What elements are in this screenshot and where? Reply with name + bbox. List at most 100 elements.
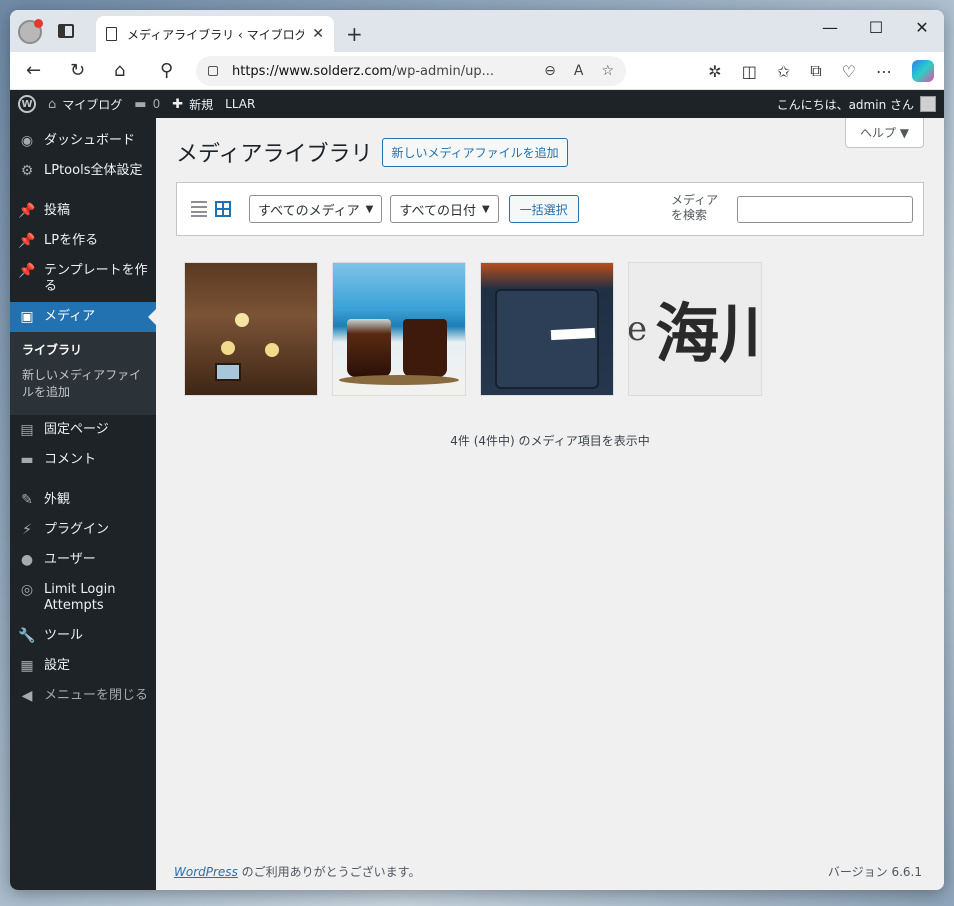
page-icon: ▤ — [20, 422, 34, 438]
media-thumbnail[interactable]: e 海川 — [628, 262, 762, 396]
media-thumbnail[interactable] — [480, 262, 614, 396]
sidebar-item-lptools[interactable]: ⚙ LPtools全体設定 — [10, 156, 156, 186]
new-label: 新規 — [189, 97, 214, 112]
dashboard-icon: ◉ — [20, 133, 34, 149]
footer-thanks-text: のご利用ありがとうございます。 — [237, 865, 421, 879]
comments-count: 0 — [152, 97, 161, 111]
sidebar-item-dashboard[interactable]: ◉ ダッシュボード — [10, 126, 156, 156]
footer-version: バージョン 6.6.1 — [827, 865, 922, 879]
close-window-button[interactable]: ✕ — [914, 18, 930, 37]
submenu-add-new[interactable]: 新しいメディアファイルを追加 — [10, 363, 156, 405]
sidebar-item-label: テンプレートを作る — [44, 263, 148, 294]
extensions-icon[interactable]: ✲ — [708, 62, 721, 81]
sidebar-item-label: ユーザー — [44, 552, 96, 567]
split-screen-icon[interactable]: ◫ — [742, 62, 757, 81]
new-tab-button[interactable]: + — [346, 22, 363, 46]
sidebar-item-appearance[interactable]: ✎ 外観 — [10, 485, 156, 515]
sidebar-item-label: ツール — [44, 628, 84, 643]
maximize-button[interactable]: ☐ — [868, 18, 884, 37]
wp-admin-bar: W ⌂ マイブログ ▬ 0 ✚ 新規 LLAR こんにちは、admin さん — [10, 90, 944, 118]
chevron-down-icon: ▼ — [481, 203, 490, 215]
comments-link[interactable]: ▬ 0 — [134, 97, 160, 112]
help-button[interactable]: ヘルプ ▼ — [844, 118, 924, 148]
media-thumbnail[interactable] — [332, 262, 466, 396]
plugin-icon: ⚡ — [22, 522, 32, 538]
media-submenu: ライブラリ 新しいメディアファイルを追加 — [10, 332, 156, 415]
copilot-icon[interactable] — [912, 60, 934, 82]
sidebar-item-comments[interactable]: ▬ コメント — [10, 445, 156, 475]
minimize-button[interactable]: — — [822, 18, 838, 37]
toolbar-right: ✲ ◫ ✩ ⧉ ♡ ⋯ — [708, 60, 934, 82]
browser-tab[interactable]: メディアライブラリ ‹ マイブログ — Wor ✕ — [96, 16, 334, 52]
new-content-link[interactable]: ✚ 新規 — [172, 96, 213, 113]
sidebar-item-settings[interactable]: ▦ 設定 — [10, 651, 156, 681]
pin-icon: 📌 — [18, 203, 36, 219]
home-icon[interactable]: ⌂ — [114, 60, 125, 81]
date-value: すべての日付 — [399, 203, 476, 219]
llar-link[interactable]: LLAR — [225, 97, 255, 111]
more-icon[interactable]: ⋯ — [876, 62, 892, 81]
pin-icon: 📌 — [18, 263, 36, 279]
sidebar-item-plugins[interactable]: ⚡ プラグイン — [10, 515, 156, 545]
media-grid: e 海川 — [176, 236, 924, 396]
favorites-icon[interactable]: ✩ — [777, 62, 790, 81]
sidebar-item-create-template[interactable]: 📌 テンプレートを作る — [10, 256, 156, 302]
admin-sidebar: ◉ ダッシュボード ⚙ LPtools全体設定 📌 投稿 📌 LPを作る 📌 テンプレート… — [10, 118, 156, 890]
bulk-select-button[interactable]: 一括選択 — [508, 195, 579, 223]
date-filter[interactable]: すべての日付 ▼ — [390, 195, 499, 223]
brush-icon: ✎ — [21, 492, 33, 508]
sidebar-item-label: コメント — [44, 452, 97, 467]
search-icon[interactable]: ⚲ — [160, 60, 173, 81]
sidebar-item-pages[interactable]: ▤ 固定ページ — [10, 415, 156, 445]
media-search-input[interactable] — [737, 196, 913, 223]
sidebar-item-create-lp[interactable]: 📌 LPを作る — [10, 226, 156, 256]
grid-view-icon[interactable] — [215, 201, 231, 217]
tab-title: メディアライブラリ ‹ マイブログ — Wor — [127, 27, 305, 42]
profile-icon[interactable] — [18, 19, 43, 44]
media-toolbar: すべてのメディア ▼ すべての日付 ▼ 一括選択 メディアを検索 — [176, 182, 924, 236]
favorite-icon[interactable]: ☆ — [601, 63, 614, 79]
sidebar-item-media[interactable]: ▣ メディア — [10, 302, 156, 332]
read-aloud-icon[interactable]: A — [574, 63, 584, 79]
media-type-filter[interactable]: すべてのメディア ▼ — [249, 195, 383, 223]
submenu-library[interactable]: ライブラリ — [10, 338, 156, 363]
close-tab-icon[interactable]: ✕ — [312, 26, 324, 42]
reload-icon[interactable]: ↻ — [70, 60, 85, 81]
browser-toolbar: ← ↻ ⌂ ⚲ https://www.solderz.com/wp-admin… — [10, 52, 944, 90]
site-name-link[interactable]: ⌂ マイブログ — [48, 96, 122, 113]
search-label: メディアを検索 — [671, 193, 719, 222]
back-icon[interactable]: ← — [26, 60, 41, 81]
wordpress-link[interactable]: WordPress — [174, 865, 238, 879]
collections-icon[interactable]: ⧉ — [810, 61, 821, 81]
media-thumbnail[interactable] — [184, 262, 318, 396]
collapse-menu-button[interactable]: ◀ メニューを閉じる — [10, 681, 156, 711]
chevron-down-icon: ▼ — [365, 203, 374, 215]
list-view-icon[interactable] — [191, 201, 207, 217]
page-icon — [106, 27, 117, 41]
thumbnail-text: 海川 — [655, 297, 761, 372]
admin-footer: WordPress のご利用ありがとうございます。 バージョン 6.6.1 — [174, 863, 922, 880]
comment-icon: ▬ — [134, 96, 147, 112]
wordpress-logo-icon[interactable]: W — [18, 95, 36, 113]
sidebar-item-users[interactable]: ● ユーザー — [10, 545, 156, 575]
page-title: メディアライブラリ — [176, 142, 373, 167]
greeting-text: こんにちは、admin さん — [776, 97, 914, 112]
media-icon: ▣ — [20, 309, 34, 325]
address-bar[interactable]: https://www.solderz.com/wp-admin/up... ⊖… — [196, 56, 626, 86]
sidebar-item-label: メディア — [44, 309, 96, 324]
sidebar-item-limit-login[interactable]: ◎ Limit Login Attempts — [10, 575, 156, 621]
sidebar-item-posts[interactable]: 📌 投稿 — [10, 196, 156, 226]
fingerprint-icon: ◎ — [20, 582, 34, 598]
settings-icon: ▦ — [20, 658, 34, 674]
home-icon: ⌂ — [48, 96, 57, 112]
sidebar-item-label: LPを作る — [44, 233, 99, 248]
pin-icon: 📌 — [18, 233, 36, 249]
lock-icon[interactable] — [208, 66, 218, 76]
sidebar-item-label: LPtools全体設定 — [44, 163, 143, 178]
browser-essentials-icon[interactable]: ♡ — [842, 62, 856, 81]
add-new-media-button[interactable]: 新しいメディアファイルを追加 — [382, 137, 568, 167]
tab-actions-icon[interactable] — [58, 24, 74, 38]
zoom-out-icon[interactable]: ⊖ — [544, 63, 556, 79]
account-menu[interactable]: こんにちは、admin さん — [777, 96, 936, 113]
sidebar-item-tools[interactable]: 🔧 ツール — [10, 621, 156, 651]
